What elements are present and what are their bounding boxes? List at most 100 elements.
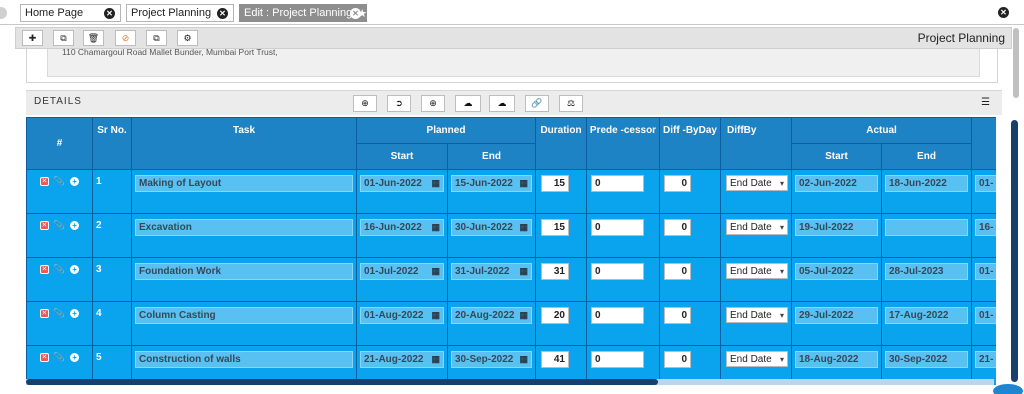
address-textarea[interactable]: 110 Chamargoul Road Mallet Bunder, Mumba…: [47, 47, 980, 77]
block-button[interactable]: ⊘: [115, 30, 136, 46]
diff-by-day-field[interactable]: 0: [664, 175, 691, 192]
planned-end-field[interactable]: 31-Jul-2022 ▦: [451, 263, 532, 280]
actual-end-field[interactable]: 28-Jul-2023: [885, 263, 968, 280]
add-subrow-icon[interactable]: +: [70, 177, 80, 186]
settings-button[interactable]: ⚙: [177, 30, 198, 46]
delete-row-icon[interactable]: ✕: [39, 309, 49, 318]
actual-end-field[interactable]: 30-Sep-2022: [885, 351, 968, 368]
add-subrow-icon[interactable]: +: [70, 221, 80, 230]
actual-start-field[interactable]: 05-Jul-2022: [795, 263, 878, 280]
delete-row-icon[interactable]: ✕: [39, 177, 49, 186]
predecessor-field[interactable]: 0: [591, 263, 644, 280]
compare-button[interactable]: ⚖: [559, 95, 583, 112]
delete-button[interactable]: 🗑: [83, 30, 104, 46]
extra-field[interactable]: 01-: [975, 307, 996, 324]
task-field[interactable]: Foundation Work: [135, 263, 353, 280]
delete-row-icon[interactable]: ✕: [39, 265, 49, 274]
attachment-icon[interactable]: 📎: [54, 309, 65, 318]
planned-start-field[interactable]: 01-Jul-2022 ▦: [360, 263, 444, 280]
link-button[interactable]: 🔗: [525, 95, 549, 112]
planned-start-field[interactable]: 21-Aug-2022 ▦: [360, 351, 444, 368]
actual-end-field[interactable]: [885, 219, 968, 236]
attachment-icon[interactable]: 📎: [54, 177, 65, 186]
list-view-icon[interactable]: ☰: [981, 97, 990, 108]
duration-field[interactable]: 15: [541, 175, 569, 192]
calendar-icon[interactable]: ▦: [519, 310, 528, 321]
diff-by-day-field[interactable]: 0: [664, 219, 691, 236]
duration-field[interactable]: 31: [541, 263, 569, 280]
delete-row-icon[interactable]: ✕: [39, 221, 49, 230]
planned-start-field[interactable]: 01-Jun-2022 ▦: [360, 175, 444, 192]
move-row-button[interactable]: ➲: [387, 95, 411, 112]
upload-button[interactable]: ☁: [489, 95, 515, 112]
add-subrow-icon[interactable]: +: [70, 309, 80, 318]
back-icon[interactable]: [0, 7, 7, 19]
actual-start-field[interactable]: 29-Jul-2022: [795, 307, 878, 324]
duration-field[interactable]: 15: [541, 219, 569, 236]
extra-field[interactable]: 16-: [975, 219, 996, 236]
calendar-icon[interactable]: ▦: [431, 266, 440, 277]
predecessor-field[interactable]: 0: [591, 175, 644, 192]
delete-row-icon[interactable]: ✕: [39, 353, 49, 362]
actual-start-field[interactable]: 18-Aug-2022: [795, 351, 878, 368]
diff-by-select[interactable]: End Date ▾: [726, 351, 788, 367]
calendar-icon[interactable]: ▦: [519, 222, 528, 233]
close-icon[interactable]: ✕: [217, 8, 228, 19]
planned-end-field[interactable]: 30-Sep-2022 ▦: [451, 351, 532, 368]
close-icon[interactable]: ✕: [350, 8, 361, 19]
diff-by-day-field[interactable]: 0: [664, 351, 691, 368]
grid-hscroll-thumb[interactable]: [26, 379, 658, 385]
planned-start-field[interactable]: 16-Jun-2022 ▦: [360, 219, 444, 236]
grid-vscroll-thumb[interactable]: [1011, 120, 1018, 382]
tab-edit-project-planning[interactable]: Edit : Project Planning ★ ✕: [239, 4, 367, 22]
actual-start-field[interactable]: 02-Jun-2022: [795, 175, 878, 192]
calendar-icon[interactable]: ▦: [519, 266, 528, 277]
attachment-icon[interactable]: 📎: [54, 353, 65, 362]
predecessor-field[interactable]: 0: [591, 351, 644, 368]
add-subrow-icon[interactable]: +: [70, 265, 80, 274]
planned-start-field[interactable]: 01-Aug-2022 ▦: [360, 307, 444, 324]
add-button[interactable]: ✚: [22, 30, 43, 46]
insert-row-button[interactable]: ⊕: [421, 95, 445, 112]
actual-start-field[interactable]: 19-Jul-2022: [795, 219, 878, 236]
calendar-icon[interactable]: ▦: [431, 178, 440, 189]
planned-end-field[interactable]: 15-Jun-2022 ▦: [451, 175, 532, 192]
add-row-button[interactable]: ⊕: [353, 95, 377, 112]
duplicate-button[interactable]: ⧉: [146, 30, 167, 46]
calendar-icon[interactable]: ▦: [431, 310, 440, 321]
attachment-icon[interactable]: 📎: [54, 265, 65, 274]
planned-end-field[interactable]: 30-Jun-2022 ▦: [451, 219, 532, 236]
calendar-icon[interactable]: ▦: [431, 354, 440, 365]
diff-by-select[interactable]: End Date ▾: [726, 219, 788, 235]
tab-project-planning[interactable]: Project Planning ★ ✕: [126, 4, 234, 22]
extra-field[interactable]: 21-: [975, 351, 996, 368]
calendar-icon[interactable]: ▦: [431, 222, 440, 233]
add-subrow-icon[interactable]: +: [70, 353, 80, 362]
close-icon[interactable]: ✕: [104, 8, 115, 19]
diff-by-select[interactable]: End Date ▾: [726, 263, 788, 279]
actual-end-field[interactable]: 18-Jun-2022: [885, 175, 968, 192]
extra-field[interactable]: 01-: [975, 263, 996, 280]
predecessor-field[interactable]: 0: [591, 307, 644, 324]
download-button[interactable]: ☁: [455, 95, 481, 112]
task-field[interactable]: Column Casting: [135, 307, 353, 324]
duration-field[interactable]: 41: [541, 351, 569, 368]
task-field[interactable]: Making of Layout: [135, 175, 353, 192]
duration-field[interactable]: 20: [541, 307, 569, 324]
task-field[interactable]: Construction of walls: [135, 351, 353, 368]
calendar-icon[interactable]: ▦: [519, 354, 528, 365]
chat-bubble-icon[interactable]: [993, 384, 1023, 394]
actual-end-field[interactable]: 17-Aug-2022: [885, 307, 968, 324]
diff-by-day-field[interactable]: 0: [664, 263, 691, 280]
diff-by-select[interactable]: End Date ▾: [726, 307, 788, 323]
close-all-icon[interactable]: ✕: [998, 7, 1009, 18]
tab-home-page[interactable]: Home Page ✕: [20, 4, 121, 22]
page-scrollbar[interactable]: [1013, 28, 1019, 98]
diff-by-select[interactable]: End Date ▾: [726, 175, 788, 191]
predecessor-field[interactable]: 0: [591, 219, 644, 236]
calendar-icon[interactable]: ▦: [519, 178, 528, 189]
diff-by-day-field[interactable]: 0: [664, 307, 691, 324]
copy-button[interactable]: ⧉: [53, 30, 74, 46]
extra-field[interactable]: 01-: [975, 175, 996, 192]
task-field[interactable]: Excavation: [135, 219, 353, 236]
